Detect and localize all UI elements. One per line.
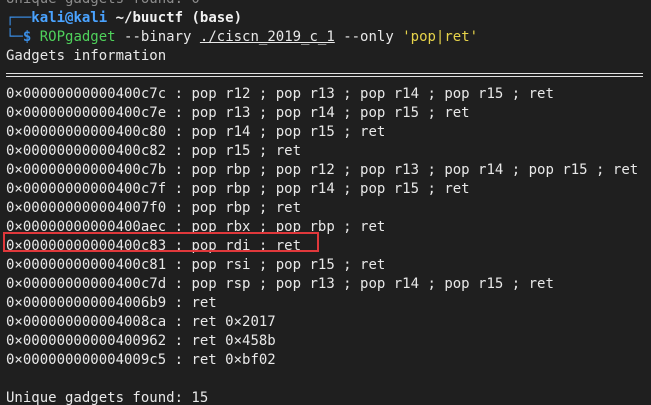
gadget-separator: :: [166, 295, 192, 311]
gadget-instruction: pop r14 ; pop r15 ; ret: [191, 124, 386, 140]
gadget-separator: :: [166, 124, 192, 140]
gadget-row: 0×00000000000400c82 : pop r15 ; ret: [6, 142, 651, 161]
gadget-separator: :: [166, 352, 192, 368]
terminal-window[interactable]: Unique gadgets found: 0 ┌──kali@kali ~/b…: [0, 0, 651, 405]
gadget-row-highlighted: 0×00000000000400c83 : pop rdi ; ret: [6, 237, 651, 256]
gadget-separator: :: [166, 200, 192, 216]
gadget-instruction: pop rbp ; pop r14 ; pop r15 ; ret: [191, 181, 470, 197]
gadget-instruction: ret 0×bf02: [191, 352, 276, 368]
prompt-dollar: $: [22, 29, 32, 45]
terminal-output: Unique gadgets found: 0 ┌──kali@kali ~/b…: [6, 0, 651, 405]
command-path: ./ciscn_2019_c_1: [199, 29, 335, 45]
gadget-address: 0×000000000004009c5: [6, 352, 167, 368]
prompt-line-2[interactable]: └─$ ROPgadget --binary ./ciscn_2019_c_1 …: [6, 28, 651, 47]
prompt-cwd: ~/buuctf: [115, 10, 184, 26]
gadgets-count-footer: Unique gadgets found: 15: [6, 390, 209, 405]
gadget-address: 0×000000000004008ca: [6, 314, 167, 330]
gadget-separator: :: [166, 238, 192, 254]
gadget-instruction: pop rsp ; pop r13 ; pop r14 ; pop r15 ; …: [191, 276, 554, 292]
gadget-instruction: pop r13 ; pop r14 ; pop r15 ; ret: [191, 105, 470, 121]
gadget-row: 0×000000000004007f0 : pop rbp ; ret: [6, 199, 651, 218]
command-arg-only: --only: [343, 29, 394, 45]
gadget-row: 0×00000000000400c7c : pop r12 ; pop r13 …: [6, 85, 651, 104]
gadget-address: 0×00000000000400962: [6, 333, 167, 349]
gadget-address: 0×00000000000400c80: [6, 124, 167, 140]
gadget-separator: :: [166, 105, 192, 121]
gadget-row: 0×00000000000400aec : pop rbx ; pop rbp …: [6, 218, 651, 237]
previous-output-line: Unique gadgets found: 0: [6, 0, 651, 9]
command-name: ROPgadget: [39, 29, 116, 45]
gadget-separator: :: [166, 219, 192, 235]
command-arg-binary: --binary: [124, 29, 192, 45]
double-separator: [6, 66, 651, 85]
gadget-instruction: pop rbp ; pop r12 ; pop r13 ; pop r14 ; …: [191, 162, 639, 178]
gadget-address: 0×00000000000400c81: [6, 257, 167, 273]
gadget-address: 0×00000000000400c7c: [6, 86, 167, 102]
gadget-row: 0×00000000000400c7b : pop rbp ; pop r12 …: [6, 161, 651, 180]
command-only-value: 'pop|ret': [402, 29, 479, 45]
gadget-row: 0×00000000000400c80 : pop r14 ; pop r15 …: [6, 123, 651, 142]
gadget-row: 0×00000000000400c7d : pop rsp ; pop r13 …: [6, 275, 651, 294]
gadget-separator: :: [166, 181, 192, 197]
gadget-address: 0×00000000000400c83: [6, 238, 167, 254]
gadget-row: 0×000000000004009c5 : ret 0×bf02: [6, 351, 651, 370]
gadget-address: 0×00000000000400c7d: [6, 276, 167, 292]
prompt-env: (base): [191, 10, 243, 26]
gadget-separator: :: [166, 143, 192, 159]
gadget-row: 0×000000000004008ca : ret 0×2017: [6, 313, 651, 332]
gadget-address: 0×00000000000400c7b: [6, 162, 167, 178]
gadget-address: 0×00000000000400c7f: [6, 181, 167, 197]
gadget-separator: :: [166, 162, 192, 178]
gadget-row: 0×00000000000400962 : ret 0×458b: [6, 332, 651, 351]
gadget-separator: :: [166, 314, 192, 330]
gadget-instruction: pop rsi ; pop r15 ; ret: [191, 257, 386, 273]
gadget-address: 0×000000000004007f0: [6, 200, 167, 216]
gadget-instruction: pop rdi ; ret: [191, 238, 302, 254]
prompt-frame-bottom: └─: [6, 29, 23, 45]
gadget-instruction: pop rbx ; pop rbp ; ret: [191, 219, 386, 235]
gadget-address: 0×00000000000400c82: [6, 143, 167, 159]
gadget-address: 0×00000000000400aec: [6, 219, 167, 235]
gadget-instruction: pop r15 ; ret: [191, 143, 302, 159]
prompt-frame-top: ┌──: [6, 10, 32, 26]
gadget-row: 0×00000000000400c7e : pop r13 ; pop r14 …: [6, 104, 651, 123]
gadget-separator: :: [166, 257, 192, 273]
gadget-separator: :: [166, 276, 192, 292]
gadget-separator: :: [166, 86, 192, 102]
gadget-separator: :: [166, 333, 192, 349]
gadget-instruction: ret 0×2017: [191, 314, 276, 330]
gadget-row: 0×00000000000400c81 : pop rsi ; pop r15 …: [6, 256, 651, 275]
gadget-row: 0×00000000000400c7f : pop rbp ; pop r14 …: [6, 180, 651, 199]
gadget-instruction: pop r12 ; pop r13 ; pop r14 ; pop r15 ; …: [191, 86, 554, 102]
gadget-instruction: ret 0×458b: [191, 333, 276, 349]
prompt-line-1: ┌──kali@kali ~/buuctf (base): [6, 9, 651, 28]
gadget-instruction: pop rbp ; ret: [191, 200, 302, 216]
gadget-row: 0×000000000004006b9 : ret: [6, 294, 651, 313]
gadget-list: 0×00000000000400c7c : pop r12 ; pop r13 …: [6, 85, 651, 370]
gadget-address: 0×00000000000400c7e: [6, 105, 167, 121]
prompt-user-host: kali@kali: [31, 10, 108, 26]
gadget-address: 0×000000000004006b9: [6, 295, 167, 311]
gadgets-header: Gadgets information: [6, 48, 167, 64]
gadget-instruction: ret: [191, 295, 217, 311]
